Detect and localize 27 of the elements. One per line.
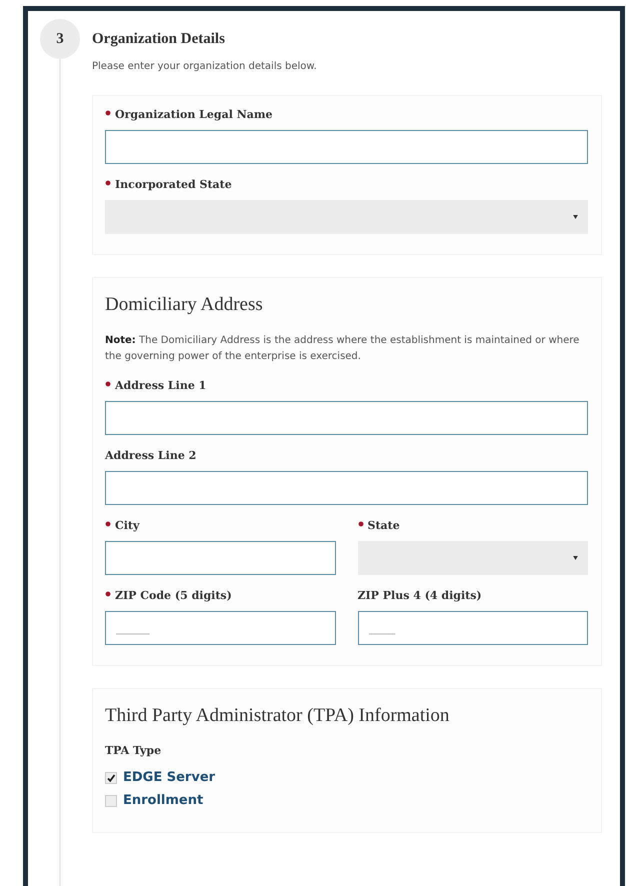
section-title: Organization Details <box>92 31 226 49</box>
input-field[interactable]: ____ <box>358 611 588 645</box>
input-field[interactable]: _____ <box>105 611 336 645</box>
field-label: Incorporated State <box>115 178 232 191</box>
checkbox[interactable] <box>105 794 117 806</box>
caret-icon <box>573 215 578 219</box>
field-label: Address Line 1 <box>115 379 206 392</box>
input-field[interactable] <box>105 471 588 505</box>
field-label: ZIP Plus 4 (4 digits) <box>358 589 482 602</box>
intro-text: Please enter your organization details below. <box>92 61 318 72</box>
input-field[interactable] <box>105 130 588 164</box>
step-number: 3 <box>40 19 80 59</box>
checkbox-label[interactable]: EDGE Server <box>123 770 216 785</box>
note-text: Note: The Domiciliary Address is the address where the establishment is maintained or where the governing power of the enterprise is exercised. <box>105 334 580 364</box>
field-label: ZIP Code (5 digits) <box>115 589 232 602</box>
input-field[interactable] <box>105 541 336 575</box>
field-label: City <box>115 519 140 532</box>
field-label: Address Line 2 <box>105 449 196 462</box>
checkbox[interactable] <box>105 772 117 784</box>
field-label: TPA Type <box>105 744 162 757</box>
checkbox-label[interactable]: Enrollment <box>123 793 204 808</box>
input-field[interactable] <box>105 401 588 435</box>
caret-icon <box>573 556 578 560</box>
field-label: State <box>368 519 400 532</box>
card-title: Third Party Administrator (TPA) Information <box>105 705 450 727</box>
field-label: Organization Legal Name <box>115 108 273 121</box>
card-title: Domiciliary Address <box>105 294 264 316</box>
